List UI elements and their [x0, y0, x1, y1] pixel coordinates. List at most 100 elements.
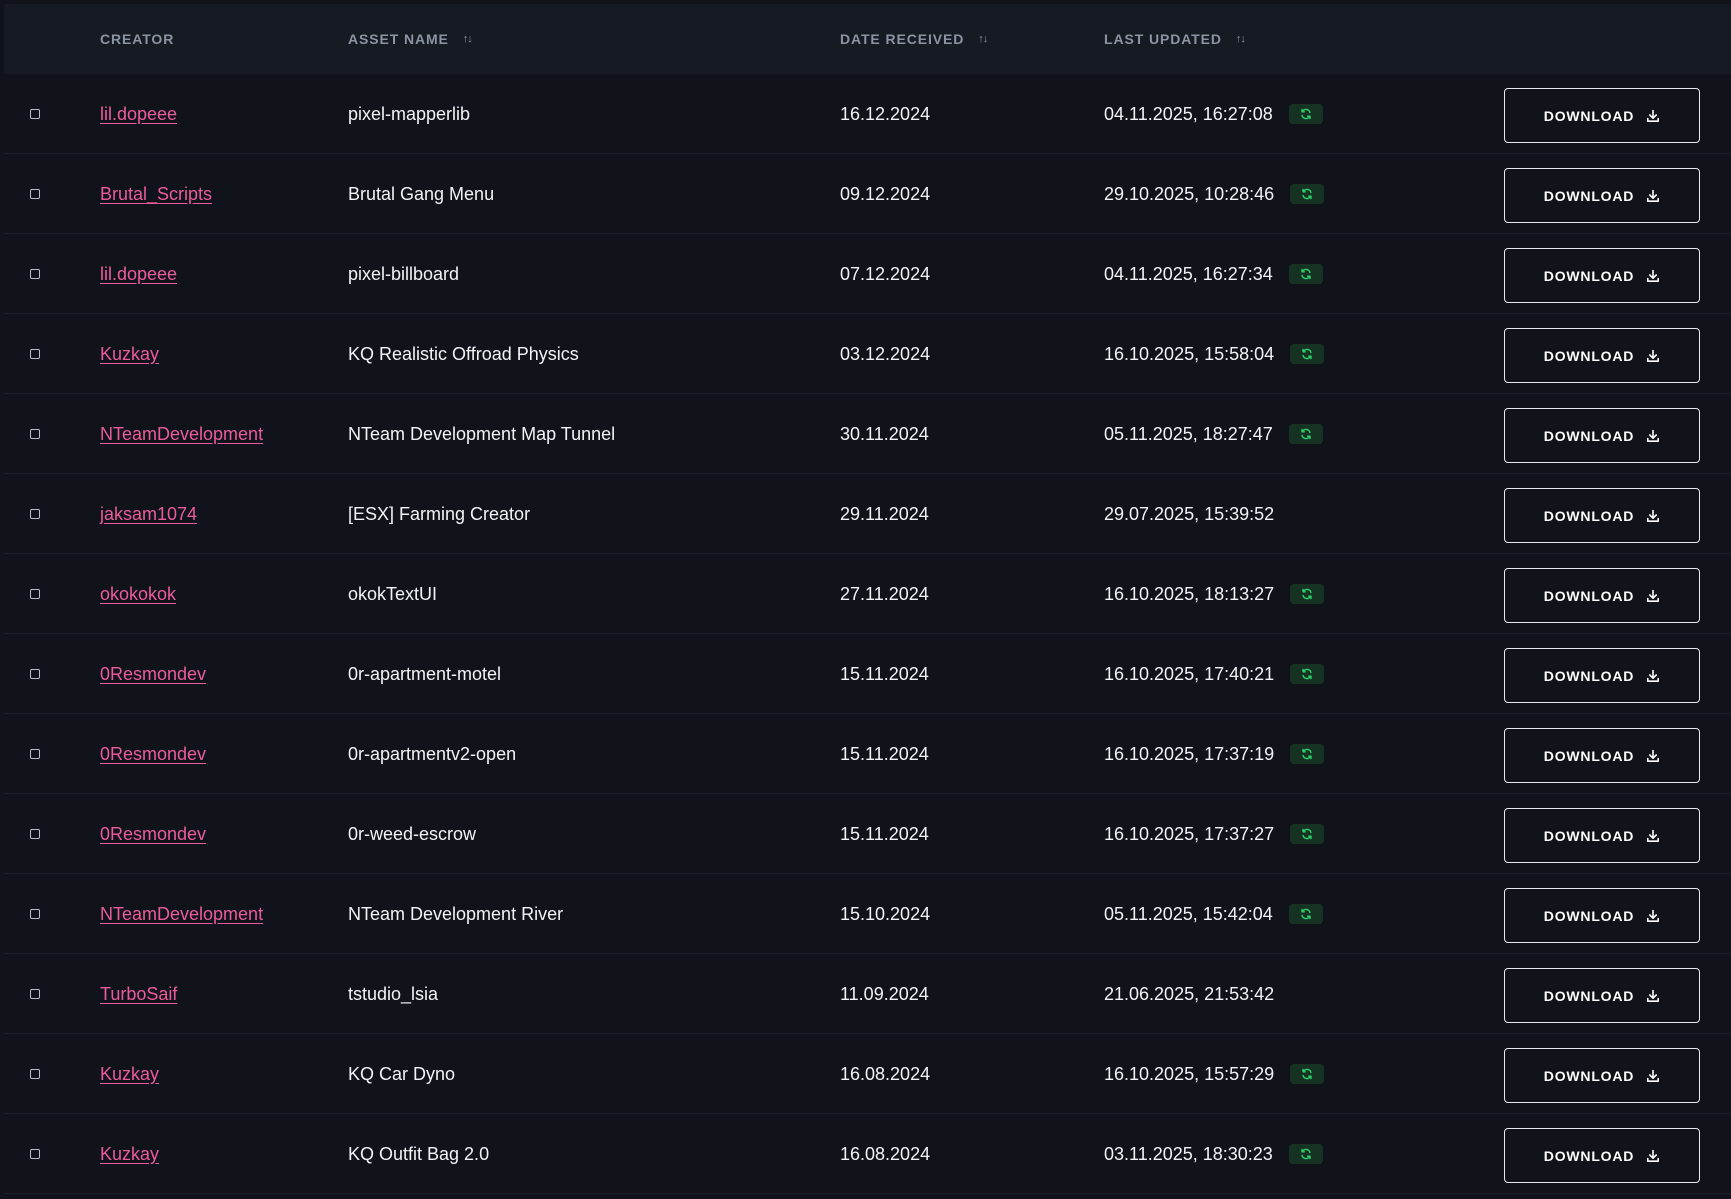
date-received: 09.12.2024: [840, 183, 931, 204]
creator-link[interactable]: jaksam1074: [100, 504, 197, 525]
row-checkbox[interactable]: [30, 189, 40, 199]
download-button[interactable]: DOWNLOAD: [1504, 1128, 1700, 1183]
last-updated: 16.10.2025, 15:57:29: [1104, 1063, 1275, 1084]
download-button-label: DOWNLOAD: [1543, 107, 1635, 124]
download-button[interactable]: DOWNLOAD: [1504, 488, 1700, 543]
last-updated-cell: 21.06.2025, 21:53:42: [1104, 954, 1274, 1034]
row-checkbox[interactable]: [30, 909, 40, 919]
download-icon: [1634, 589, 1660, 603]
date-received-cell: 15.10.2024: [840, 874, 930, 954]
download-button[interactable]: DOWNLOAD: [1504, 408, 1700, 463]
creator-link[interactable]: okokokok: [100, 584, 176, 605]
last-updated: 04.11.2025, 16:27:34: [1104, 263, 1273, 284]
last-updated: 16.10.2025, 17:37:19: [1104, 743, 1275, 764]
creator-cell: Kuzkay: [100, 1034, 159, 1114]
creator-cell: NTeamDevelopment: [100, 874, 263, 954]
download-button[interactable]: DOWNLOAD: [1504, 648, 1700, 703]
creator-link[interactable]: Kuzkay: [100, 1144, 159, 1165]
date-received-cell: 09.12.2024: [840, 154, 930, 234]
download-icon: [1634, 669, 1660, 683]
download-button[interactable]: DOWNLOAD: [1504, 1048, 1700, 1103]
last-updated-cell: 16.10.2025, 17:40:21: [1104, 634, 1325, 714]
row-checkbox[interactable]: [30, 109, 40, 119]
asset-name: KQ Outfit Bag 2.0: [348, 1143, 490, 1164]
row-checkbox[interactable]: [30, 269, 40, 279]
creator-link[interactable]: lil.dopeee: [100, 264, 177, 285]
refresh-icon: [1290, 344, 1325, 364]
download-icon: [1634, 989, 1660, 1003]
row-select-cell: [30, 394, 40, 474]
row-checkbox[interactable]: [30, 1149, 40, 1159]
creator-link[interactable]: NTeamDevelopment: [100, 904, 263, 925]
creator-cell: 0Resmondev: [100, 634, 206, 714]
sort-arrows-icon[interactable]: ↑↓: [463, 33, 473, 45]
table-row: 0Resmondev 0r-apartmentv2-open 15.11.2024 1…: [4, 714, 1731, 794]
asset-name-cell: pixel-billboard: [348, 234, 459, 314]
creator-link[interactable]: 0Resmondev: [100, 824, 206, 845]
asset-name-cell: 0r-apartment-motel: [348, 634, 501, 714]
last-updated-cell: 04.11.2025, 16:27:34: [1104, 234, 1323, 314]
creator-link[interactable]: NTeamDevelopment: [100, 424, 263, 445]
last-updated-cell: 05.11.2025, 15:42:04: [1104, 874, 1323, 954]
last-updated: 05.11.2025, 15:42:04: [1104, 903, 1273, 924]
creator-link[interactable]: 0Resmondev: [100, 744, 206, 765]
download-button-label: DOWNLOAD: [1543, 747, 1635, 764]
table-row: NTeamDevelopment NTeam Development Map Tu…: [4, 394, 1731, 474]
creator-link[interactable]: 0Resmondev: [100, 664, 206, 685]
creator-link[interactable]: Kuzkay: [100, 1064, 159, 1085]
row-select-cell: [30, 234, 40, 314]
date-received-cell: 15.11.2024: [840, 634, 929, 714]
row-checkbox[interactable]: [30, 349, 40, 359]
sort-arrows-icon[interactable]: ↑↓: [978, 33, 988, 45]
download-button[interactable]: DOWNLOAD: [1504, 808, 1700, 863]
row-select-cell: [30, 474, 40, 554]
download-button-label: DOWNLOAD: [1543, 267, 1635, 284]
column-header-last-updated[interactable]: LAST UPDATED ↑↓: [1104, 4, 1246, 74]
download-button[interactable]: DOWNLOAD: [1504, 328, 1700, 383]
row-select-cell: [30, 154, 40, 234]
creator-link[interactable]: TurboSaif: [100, 984, 177, 1005]
creator-link[interactable]: Brutal_Scripts: [100, 184, 212, 205]
download-button[interactable]: DOWNLOAD: [1504, 248, 1700, 303]
download-button[interactable]: DOWNLOAD: [1504, 968, 1700, 1023]
table-row: TurboSaif tstudio_lsia 11.09.2024 21.06.202…: [4, 954, 1731, 1034]
column-header-date-received-label: DATE RECEIVED: [840, 31, 965, 47]
row-checkbox[interactable]: [30, 509, 40, 519]
row-checkbox[interactable]: [30, 669, 40, 679]
download-icon: [1634, 109, 1660, 123]
download-button-label: DOWNLOAD: [1543, 667, 1635, 684]
row-select-cell: [30, 74, 40, 154]
date-received-cell: 16.12.2024: [840, 74, 930, 154]
column-header-asset-name[interactable]: ASSET NAME ↑↓: [348, 4, 473, 74]
creator-link[interactable]: lil.dopeee: [100, 104, 177, 125]
last-updated: 03.11.2025, 18:30:23: [1104, 1143, 1273, 1164]
row-checkbox[interactable]: [30, 429, 40, 439]
column-header-asset-name-label: ASSET NAME: [348, 31, 449, 47]
download-button[interactable]: DOWNLOAD: [1504, 568, 1700, 623]
download-button-label: DOWNLOAD: [1543, 1147, 1635, 1164]
asset-name: pixel-billboard: [348, 263, 460, 284]
last-updated-cell: 16.10.2025, 15:57:29: [1104, 1034, 1325, 1114]
last-updated: 16.10.2025, 18:13:27: [1104, 583, 1275, 604]
download-icon: [1634, 749, 1660, 763]
row-checkbox[interactable]: [30, 989, 40, 999]
row-checkbox[interactable]: [30, 829, 40, 839]
column-header-date-received[interactable]: DATE RECEIVED ↑↓: [840, 4, 988, 74]
last-updated: 29.07.2025, 15:39:52: [1104, 503, 1275, 524]
download-button[interactable]: DOWNLOAD: [1504, 728, 1700, 783]
date-received: 16.12.2024: [840, 103, 931, 124]
row-checkbox[interactable]: [30, 1069, 40, 1079]
row-checkbox[interactable]: [30, 589, 40, 599]
sort-arrows-icon[interactable]: ↑↓: [1236, 33, 1246, 45]
last-updated-cell: 16.10.2025, 17:37:27: [1104, 794, 1325, 874]
download-button[interactable]: DOWNLOAD: [1504, 888, 1700, 943]
date-received: 15.11.2024: [840, 823, 929, 844]
download-button[interactable]: DOWNLOAD: [1504, 168, 1700, 223]
row-checkbox[interactable]: [30, 749, 40, 759]
refresh-icon: [1288, 424, 1323, 444]
date-received-cell: 29.11.2024: [840, 474, 929, 554]
asset-name: 0r-apartment-motel: [348, 663, 502, 684]
creator-link[interactable]: Kuzkay: [100, 344, 159, 365]
download-icon: [1634, 829, 1660, 843]
download-button[interactable]: DOWNLOAD: [1504, 88, 1700, 143]
